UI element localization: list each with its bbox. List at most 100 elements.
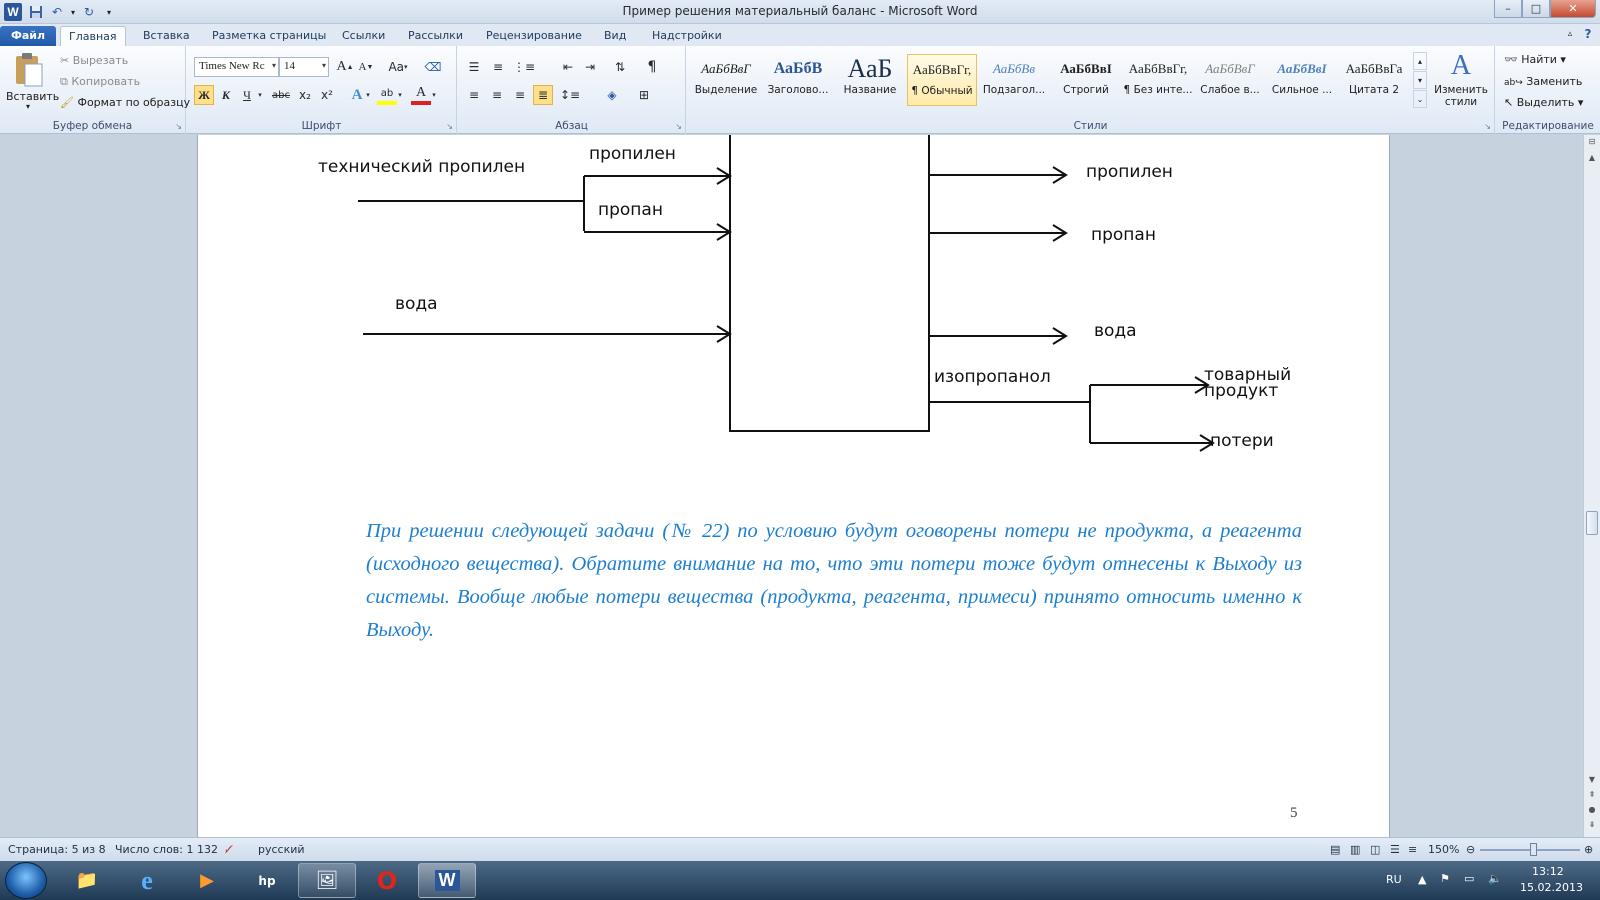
explorer-taskbar-icon[interactable]: 📁 <box>58 863 116 898</box>
show-hidden-icons-icon[interactable]: ▲ <box>1418 873 1426 886</box>
close-button[interactable]: ✕ <box>1550 0 1596 18</box>
tab-insert[interactable]: Вставка <box>135 26 198 46</box>
tab-file[interactable]: Файл <box>0 26 56 46</box>
strikethrough-button[interactable]: abc <box>269 85 293 105</box>
styles-scroll-up-icon[interactable]: ▴ <box>1413 52 1427 70</box>
underline-dropdown-icon[interactable]: ▾ <box>255 85 265 105</box>
borders-icon[interactable]: ⊞ <box>634 85 654 105</box>
page-counter[interactable]: Страница: 5 из 8 <box>8 843 106 856</box>
zoom-out-icon[interactable]: ⊖ <box>1466 843 1475 856</box>
text-effects-dropdown-icon[interactable]: ▾ <box>363 85 373 105</box>
select-button[interactable]: ↖ Выделить ▾ <box>1504 96 1583 109</box>
minimize-button[interactable]: – <box>1494 0 1522 18</box>
multilevel-list-icon[interactable]: ⋮≡ <box>513 57 535 77</box>
highlight-color-icon[interactable]: ab <box>377 85 397 105</box>
zoom-in-icon[interactable]: ⊕ <box>1584 843 1593 856</box>
clear-formatting-icon[interactable]: ⌫ <box>423 57 443 77</box>
shading-icon[interactable]: ◈ <box>602 85 622 105</box>
subscript-button[interactable]: x₂ <box>295 85 315 105</box>
style-heading[interactable]: АаБбВ Заголово... <box>763 54 833 106</box>
italic-button[interactable]: К <box>216 85 236 105</box>
style-emphasis[interactable]: АаБбВвГ Выделение <box>691 54 761 106</box>
help-icon[interactable]: ? <box>1578 24 1598 44</box>
media-player-taskbar-icon[interactable]: ▶ <box>178 863 236 898</box>
highlight-dropdown-icon[interactable]: ▾ <box>395 85 405 105</box>
action-center-icon[interactable]: ⚑ <box>1440 872 1450 885</box>
tab-page-layout[interactable]: Разметка страницы <box>204 26 334 46</box>
spellcheck-icon[interactable]: ✓̸ <box>224 843 233 856</box>
replace-button[interactable]: ab↪ Заменить <box>1504 75 1582 88</box>
bullets-icon[interactable]: ☰ <box>464 57 484 77</box>
copy-button[interactable]: ⧉ Копировать <box>60 75 140 89</box>
paragraph-launcher-icon[interactable]: ↘ <box>675 122 682 131</box>
paste-dropdown-icon[interactable]: ▾ <box>26 102 30 111</box>
bold-button[interactable]: Ж <box>194 85 214 105</box>
justify-icon[interactable]: ≣ <box>533 85 553 105</box>
styles-launcher-icon[interactable]: ↘ <box>1484 122 1491 131</box>
underline-button[interactable]: Ч <box>237 85 257 105</box>
network-icon[interactable]: ▭ <box>1464 872 1474 885</box>
tab-view[interactable]: Вид <box>596 26 634 46</box>
previous-page-icon[interactable]: ⇞ <box>1586 790 1598 802</box>
tab-addins[interactable]: Надстройки <box>644 26 730 46</box>
zoom-slider-thumb[interactable] <box>1530 843 1537 856</box>
document-workspace[interactable]: технический пропилен пропилен пропан вод… <box>0 135 1583 837</box>
tab-references[interactable]: Ссылки <box>334 26 393 46</box>
sort-icon[interactable]: ⇅ <box>610 57 630 77</box>
style-quote-2[interactable]: АаБбВвГа Цитата 2 <box>1339 54 1409 106</box>
draft-view-icon[interactable]: ≡ <box>1408 843 1417 856</box>
scroll-up-icon[interactable]: ▲ <box>1586 153 1598 165</box>
style-strong[interactable]: АаБбВвІ Строгий <box>1051 54 1121 106</box>
font-size-combo[interactable]: 14 ▾ <box>279 57 329 77</box>
print-layout-icon[interactable]: ▤ <box>1330 843 1340 856</box>
web-layout-icon[interactable]: ◫ <box>1370 843 1380 856</box>
show-formatting-button[interactable]: ¶ <box>642 57 662 77</box>
start-button[interactable] <box>5 862 47 899</box>
clock-date[interactable]: 15.02.2013 <box>1520 881 1583 894</box>
word-taskbar-icon[interactable]: W <box>418 863 476 898</box>
find-button[interactable]: 👓 Найти ▾ <box>1504 53 1566 66</box>
full-screen-reading-icon[interactable]: ▥ <box>1350 843 1360 856</box>
font-launcher-icon[interactable]: ↘ <box>446 122 453 131</box>
style-no-spacing[interactable]: АаБбВвГг, ¶ Без инте... <box>1123 54 1193 106</box>
style-subtitle[interactable]: АаБбВв Подзагол... <box>979 54 1049 106</box>
font-name-dropdown-icon[interactable]: ▾ <box>272 61 276 70</box>
style-intense-emphasis[interactable]: АаБбВвІ Сильное ... <box>1267 54 1337 106</box>
minimize-ribbon-icon[interactable]: ▵ <box>1560 24 1580 44</box>
presentation-taskbar-icon[interactable]: 🖼 <box>298 863 356 898</box>
document-page[interactable]: технический пропилен пропилен пропан вод… <box>197 135 1390 837</box>
format-painter-button[interactable]: 🖌 Формат по образцу <box>60 96 190 109</box>
change-styles-button[interactable]: A Изменить стили <box>1431 50 1491 114</box>
align-center-icon[interactable]: ≡ <box>487 85 507 105</box>
paste-button[interactable]: Вставить ▾ <box>4 50 59 114</box>
outline-view-icon[interactable]: ☰ <box>1390 843 1400 856</box>
note-paragraph[interactable]: При решении следующей задачи (№ 22) по у… <box>366 515 1302 647</box>
clock-time[interactable]: 13:12 <box>1532 865 1564 878</box>
style-title[interactable]: АаБ Название <box>835 54 905 106</box>
language-indicator[interactable]: русский <box>258 843 305 856</box>
cut-button[interactable]: ✂ Вырезать <box>60 54 128 67</box>
align-right-icon[interactable]: ≡ <box>510 85 530 105</box>
style-subtle-emphasis[interactable]: АаБбВвГ Слабое в... <box>1195 54 1265 106</box>
zoom-level[interactable]: 150% <box>1428 843 1459 856</box>
ruler-toggle-icon[interactable]: ⊟ <box>1586 137 1598 149</box>
change-case-button[interactable]: Aa ▾ <box>385 57 411 77</box>
scroll-down-icon[interactable]: ▼ <box>1586 775 1598 787</box>
maximize-button[interactable]: □ <box>1522 0 1550 18</box>
browse-object-icon[interactable]: ● <box>1586 805 1598 817</box>
volume-icon[interactable]: 🔈 <box>1488 872 1502 885</box>
tab-home[interactable]: Главная <box>60 26 126 46</box>
grow-font-button[interactable]: A ▲ <box>335 57 355 77</box>
next-page-icon[interactable]: ⇟ <box>1586 820 1598 832</box>
font-size-dropdown-icon[interactable]: ▾ <box>322 61 326 70</box>
align-left-icon[interactable]: ≡ <box>464 85 484 105</box>
increase-indent-icon[interactable]: ⇥ <box>580 57 600 77</box>
clipboard-launcher-icon[interactable]: ↘ <box>175 122 182 131</box>
ie-taskbar-icon[interactable]: e <box>118 863 176 898</box>
styles-scroll-down-icon[interactable]: ▾ <box>1413 71 1427 89</box>
word-count[interactable]: Число слов: 1 132 <box>115 843 218 856</box>
tab-mailings[interactable]: Рассылки <box>400 26 471 46</box>
tab-review[interactable]: Рецензирование <box>478 26 590 46</box>
decrease-indent-icon[interactable]: ⇤ <box>558 57 578 77</box>
styles-more-icon[interactable]: ⌄ <box>1413 90 1427 108</box>
